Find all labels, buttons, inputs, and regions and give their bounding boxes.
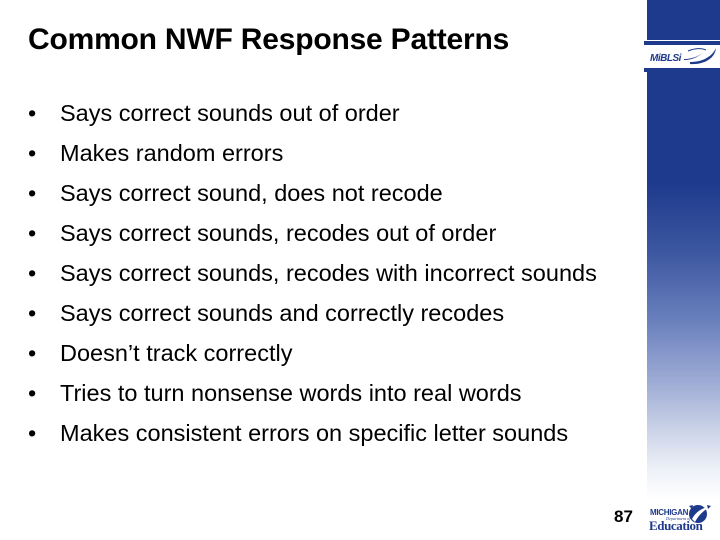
list-item: • Makes random errors <box>22 133 632 173</box>
bullet-marker: • <box>28 380 37 406</box>
list-item-label: Says correct sounds out of order <box>60 100 400 126</box>
list-item-label: Says correct sounds and correctly recode… <box>60 300 505 326</box>
bullet-marker: • <box>28 260 37 286</box>
bullet-marker: • <box>28 300 37 326</box>
list-item: • Tries to turn nonsense words into real… <box>22 373 632 413</box>
band-top-block <box>647 0 720 40</box>
list-item: • Says correct sounds, recodes with inco… <box>22 253 632 293</box>
list-item-label: Makes random errors <box>60 140 284 166</box>
list-item-label: Says correct sounds, recodes out of orde… <box>60 220 497 246</box>
list-item: • Makes consistent errors on specific le… <box>22 413 632 453</box>
list-item: • Says correct sounds out of order <box>22 93 632 133</box>
list-item: • Says correct sounds and correctly reco… <box>22 293 632 333</box>
right-accent-band <box>643 0 720 540</box>
bullet-marker: • <box>28 340 37 366</box>
bullet-marker: • <box>28 140 37 166</box>
page-title: Common NWF Response Patterns <box>28 23 510 56</box>
bullet-marker: • <box>28 180 37 206</box>
list-item-label: Says correct sounds, recodes with incorr… <box>60 260 597 286</box>
michigan-education-logo: MICHIGAN Department of Education <box>648 503 716 533</box>
list-item: • Says correct sounds, recodes out of or… <box>22 213 632 253</box>
bullet-marker: • <box>28 420 37 446</box>
bullet-list: • Says correct sounds out of order • Mak… <box>22 93 632 453</box>
bullet-marker: • <box>28 100 37 126</box>
list-item: • Says correct sound, does not recode <box>22 173 632 213</box>
miblsi-logo: MiBLSi <box>648 45 720 67</box>
globe-swoosh-icon: MICHIGAN Department of Education <box>649 505 711 533</box>
page-number: 87 <box>614 507 633 526</box>
band-divider-rule-bottom <box>644 68 720 72</box>
band-gradient-block <box>647 72 720 500</box>
slide-canvas: MiBLSi Common NWF Response Patterns • Sa… <box>0 0 720 540</box>
svg-text:Education: Education <box>649 518 704 533</box>
list-item-label: Says correct sound, does not recode <box>60 180 443 206</box>
list-item-label: Doesn’t track correctly <box>60 340 293 366</box>
list-item-label: Makes consistent errors on specific lett… <box>60 420 569 446</box>
bullet-marker: • <box>28 220 37 246</box>
swoosh-icon: MiBLSi <box>650 48 716 65</box>
svg-text:MiBLSi: MiBLSi <box>650 53 682 64</box>
list-item-label: Tries to turn nonsense words into real w… <box>60 380 522 406</box>
list-item: • Doesn’t track correctly <box>22 333 632 373</box>
